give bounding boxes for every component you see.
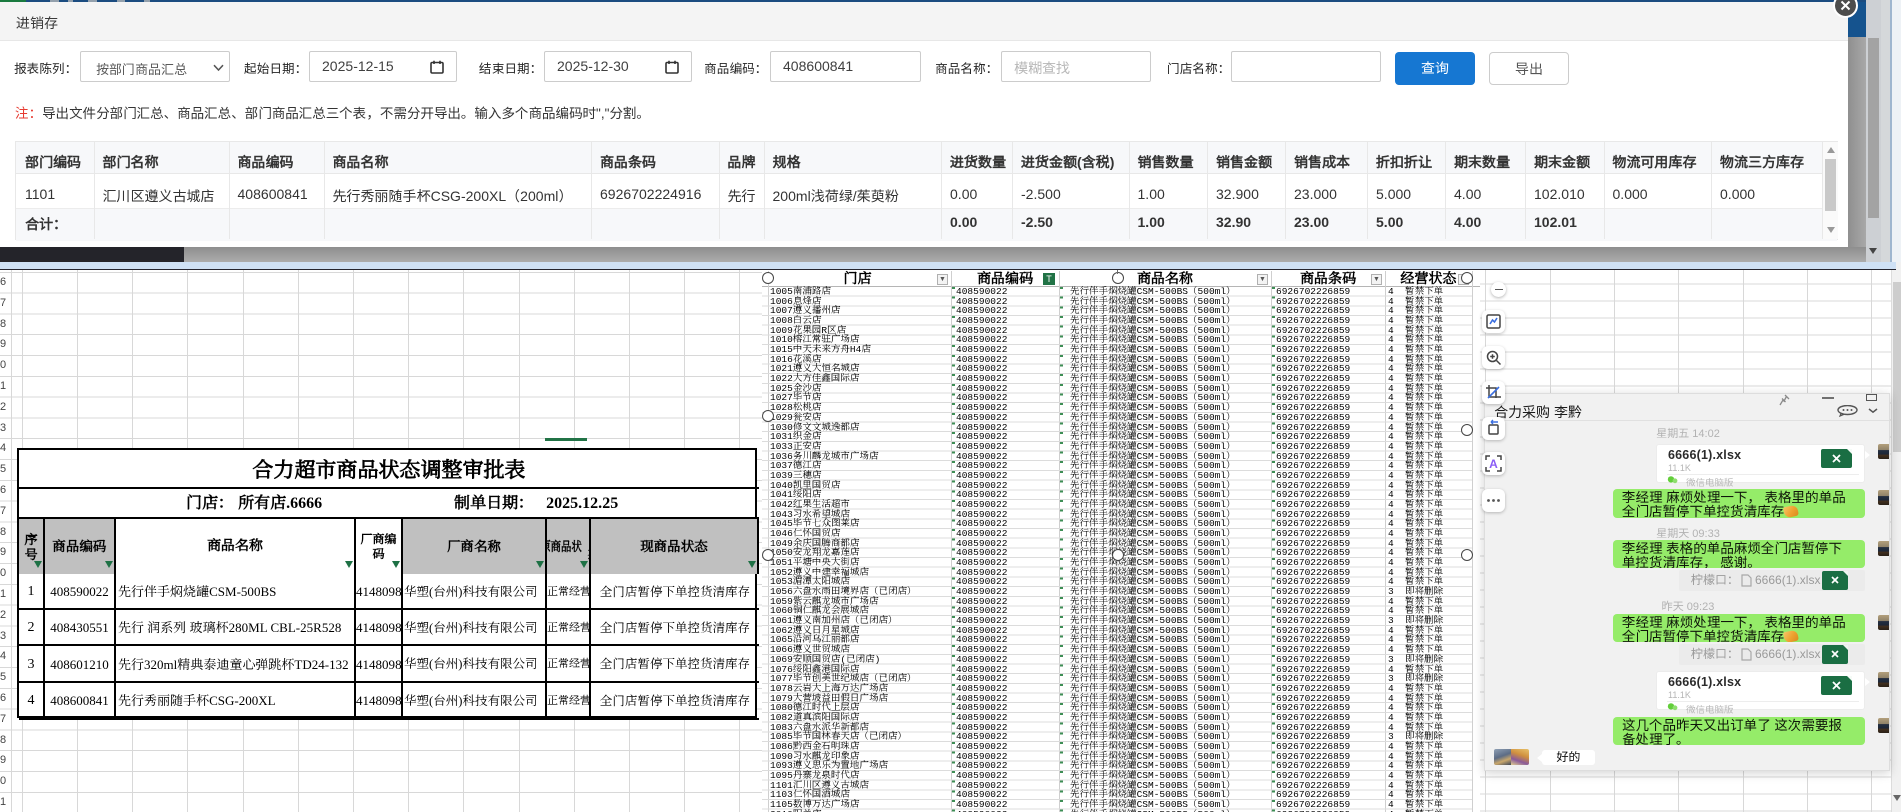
svg-text:A: A [1489,457,1498,471]
